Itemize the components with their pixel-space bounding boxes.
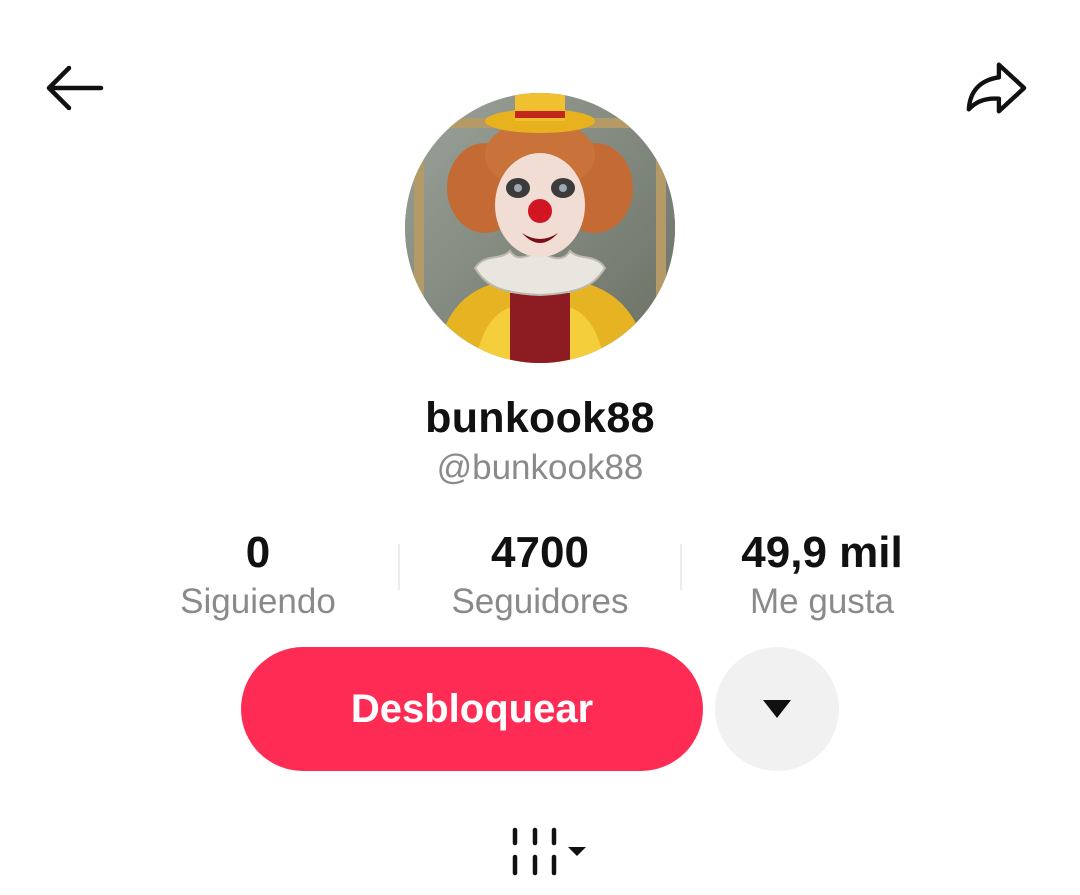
stat-likes-value: 49,9 mil <box>741 528 903 577</box>
stat-following-value: 0 <box>245 528 271 577</box>
stat-followers[interactable]: 4700 Seguidores <box>400 522 680 622</box>
arrow-left-icon <box>46 65 104 111</box>
share-arrow-icon <box>966 62 1027 114</box>
display-name: bunkook88 <box>425 394 655 442</box>
share-button[interactable] <box>964 56 1028 120</box>
back-button[interactable] <box>42 56 106 120</box>
stat-following[interactable]: 0 Siguiendo <box>118 522 398 622</box>
stat-likes-label: Me gusta <box>750 582 894 621</box>
videos-tab[interactable] <box>510 825 590 880</box>
stat-followers-value: 4700 <box>491 528 589 577</box>
grid-columns-icon <box>512 827 586 876</box>
username: @bunkook88 <box>436 448 644 487</box>
more-options-button[interactable] <box>715 647 839 771</box>
stat-likes[interactable]: 49,9 mil Me gusta <box>682 522 962 622</box>
stat-following-label: Siguiendo <box>180 582 336 621</box>
stats-row: 0 Siguiendo 4700 Seguidores 49,9 mil Me … <box>118 522 962 622</box>
stat-followers-label: Seguidores <box>451 582 629 621</box>
caret-down-icon <box>763 700 791 718</box>
avatar[interactable] <box>405 93 675 363</box>
clown-avatar-image <box>405 93 675 363</box>
unblock-button[interactable]: Desbloquear <box>241 647 703 771</box>
